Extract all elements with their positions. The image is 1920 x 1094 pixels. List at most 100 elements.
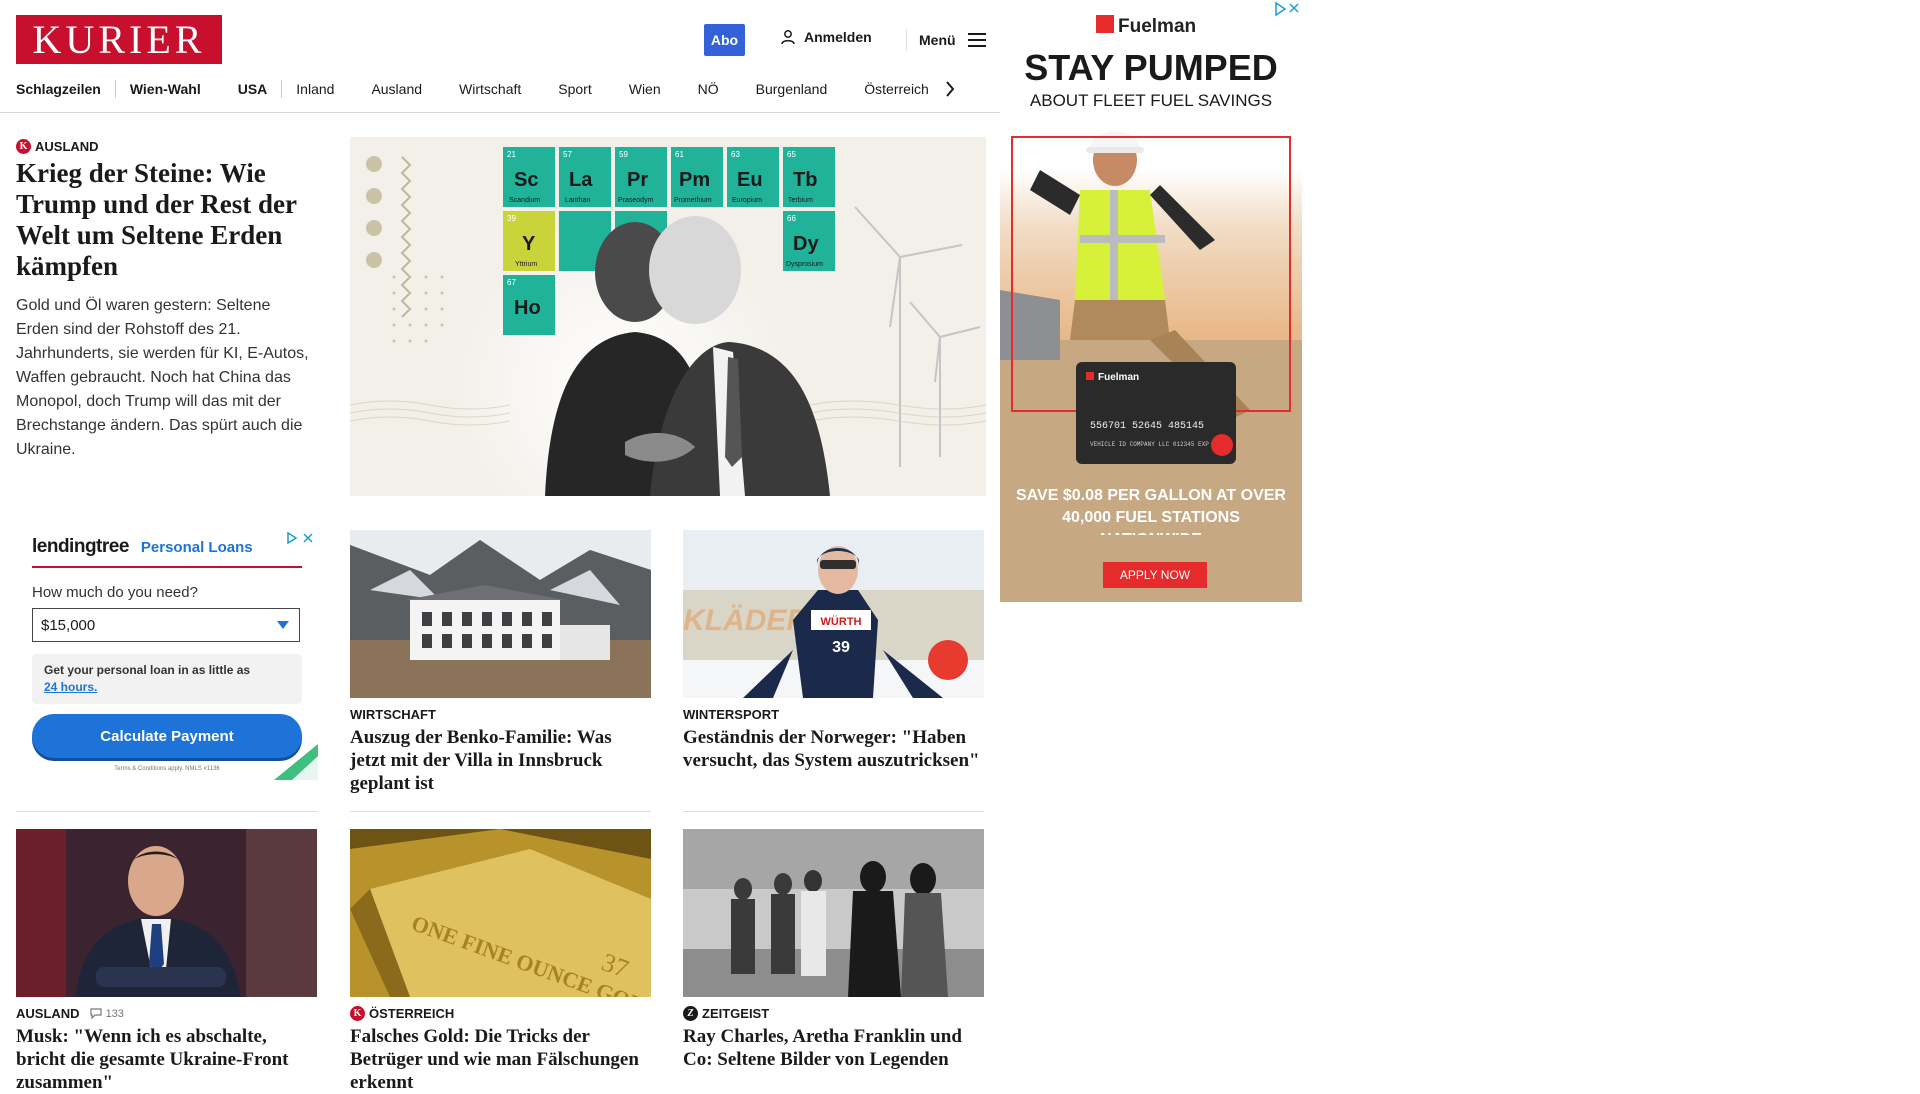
card-headline[interactable]: Falsches Gold: Die Tricks der Betrüger u… xyxy=(350,1025,651,1094)
nav-item-wien[interactable]: Wien xyxy=(629,81,661,97)
abo-button[interactable]: Abo xyxy=(704,24,745,56)
chevron-right-icon[interactable] xyxy=(945,81,955,97)
card-headline[interactable]: Auszug der Benko-Familie: Was jetzt mit … xyxy=(350,726,651,795)
kurier-logo[interactable]: KURIER xyxy=(16,15,222,64)
svg-text:Pm: Pm xyxy=(679,169,710,191)
nav-item-wien-wahl[interactable]: Wien-Wahl xyxy=(130,81,201,97)
element-pm: 61 Pm Promethium xyxy=(671,147,723,207)
fuelman-brand: Fuelman xyxy=(1118,16,1196,37)
card-kicker[interactable]: AUSLAND 133 xyxy=(16,1006,124,1021)
lendingtree-ad[interactable]: lendingtree Personal Loans How much do y… xyxy=(16,522,318,780)
lt-info-link[interactable]: 24 hours. xyxy=(44,680,97,694)
element-la: 57 La Lanthan xyxy=(559,147,611,207)
lead-headline[interactable]: Krieg der Steine: Wie Trump und der Rest… xyxy=(16,158,316,282)
svg-text:Tb: Tb xyxy=(793,169,817,191)
menu-label: Menü xyxy=(919,32,956,48)
lt-question: How much do you need? xyxy=(32,584,198,601)
close-icon[interactable] xyxy=(302,532,314,544)
login-button[interactable]: Anmelden xyxy=(780,29,872,45)
menu-button[interactable]: Menü xyxy=(906,29,986,51)
chevron-down-icon xyxy=(277,621,289,629)
nav-item-oesterreich[interactable]: Österreich xyxy=(864,81,929,97)
svg-text:61: 61 xyxy=(675,150,684,159)
nav-item-usa[interactable]: USA xyxy=(238,81,268,97)
apply-now-label: APPLY NOW xyxy=(1120,568,1191,582)
lead-kicker-label: AUSLAND xyxy=(35,139,99,154)
lt-divider xyxy=(32,566,302,568)
nav-item-inland[interactable]: Inland xyxy=(296,81,334,97)
comment-count[interactable]: 133 xyxy=(89,1008,124,1020)
fuel-card: Fuelman 556701 52645 485145 VEHICLE ID C… xyxy=(1076,362,1236,464)
nav-divider-line xyxy=(0,112,1000,113)
card-kicker-label: WIRTSCHAFT xyxy=(350,707,436,722)
musk-image[interactable] xyxy=(16,829,317,997)
svg-text:Praseodym: Praseodym xyxy=(618,197,654,204)
nav-divider xyxy=(114,80,116,98)
villa-image[interactable] xyxy=(350,530,651,698)
fuelman-logo-mark xyxy=(1096,15,1114,33)
legends-photo[interactable] xyxy=(683,829,984,997)
loan-amount-value: $15,000 xyxy=(41,616,96,634)
lendingtree-logo: lendingtree xyxy=(32,536,129,557)
lead-teaser: Gold und Öl waren gestern: Seltene Erden… xyxy=(16,297,309,458)
svg-text:65: 65 xyxy=(787,150,796,159)
element-ho: 67 Ho xyxy=(503,275,555,335)
fuelman-offer: SAVE $0.08 PER GALLON AT OVER 40,000 FUE… xyxy=(1016,487,1286,535)
svg-text:39: 39 xyxy=(507,214,516,223)
card-headline[interactable]: Ray Charles, Aretha Franklin und Co: Sel… xyxy=(683,1025,984,1071)
lt-product-label: Personal Loans xyxy=(140,539,253,556)
svg-text:Promethium: Promethium xyxy=(674,197,712,204)
nav-item-ausland[interactable]: Ausland xyxy=(371,81,422,97)
kurier-plus-icon: K xyxy=(16,139,31,154)
adchoices-icon[interactable] xyxy=(286,532,298,544)
svg-text:Fuelman: Fuelman xyxy=(1098,372,1139,383)
loan-amount-select[interactable]: $15,000 xyxy=(32,608,300,642)
svg-text:66: 66 xyxy=(787,214,796,223)
element-pr: 59 Pr Praseodym xyxy=(615,147,667,207)
hamburger-icon xyxy=(967,33,986,47)
lt-info-text: Get your personal loan in as little as xyxy=(44,663,251,677)
calculate-payment-button[interactable]: Calculate Payment xyxy=(32,714,302,758)
ski-jumper-image[interactable]: KLÄDER WÜRTH 39 xyxy=(683,530,984,698)
card-kicker-label: AUSLAND xyxy=(16,1006,80,1021)
lead-kicker[interactable]: K AUSLAND xyxy=(16,139,99,154)
card-kicker-label: WINTERSPORT xyxy=(683,707,780,722)
kurier-plus-icon: K xyxy=(350,1006,365,1021)
zeitgeist-icon: z xyxy=(683,1006,698,1021)
card-kicker[interactable]: WINTERSPORT xyxy=(683,707,779,722)
card-headline[interactable]: Musk: "Wenn ich es abschalte, bricht die… xyxy=(16,1025,317,1094)
element-tb: 65 Tb Terbium xyxy=(783,147,835,207)
nav-item-burgenland[interactable]: Burgenland xyxy=(756,81,828,97)
card-kicker[interactable]: K ÖSTERREICH xyxy=(350,1006,454,1021)
divider xyxy=(683,811,984,812)
svg-text:67: 67 xyxy=(507,278,516,287)
nav-item-schlagzeilen[interactable]: Schlagzeilen xyxy=(16,81,101,97)
svg-text:La: La xyxy=(569,169,593,191)
svg-text:Yttrium: Yttrium xyxy=(515,261,537,268)
gold-bars-image[interactable]: ONE FINE OUNCE GOLD 999 37 xyxy=(350,829,651,997)
divider xyxy=(350,811,651,812)
card-headline[interactable]: Geständnis der Norweger: "Haben versucht… xyxy=(683,726,984,772)
svg-text:Dysprosium: Dysprosium xyxy=(786,261,823,268)
card-kicker-label: ZEITGEIST xyxy=(702,1006,770,1021)
svg-text:KLÄDER: KLÄDER xyxy=(683,604,808,637)
card-kicker[interactable]: WIRTSCHAFT xyxy=(350,707,436,722)
lead-image[interactable]: 21 Sc Scandium 57 La Lanthan 59 Pr Prase… xyxy=(350,137,986,496)
svg-text:Ho: Ho xyxy=(514,297,541,319)
svg-text:Europium: Europium xyxy=(732,197,762,204)
svg-text:57: 57 xyxy=(563,150,572,159)
svg-text:Terbium: Terbium xyxy=(788,197,813,204)
fuelman-headline: STAY PUMPED xyxy=(1024,47,1277,88)
svg-text:Scandium: Scandium xyxy=(509,197,540,204)
nav-item-sport[interactable]: Sport xyxy=(558,81,591,97)
fuelman-ad[interactable]: Fuelman STAY PUMPED ABOUT FLEET FUEL SAV… xyxy=(1000,0,1302,602)
lt-info-box: Get your personal loan in as little as 2… xyxy=(32,654,302,704)
svg-text:Pr: Pr xyxy=(627,169,648,191)
lt-terms[interactable]: Terms & Conditions apply. NMLS #1136 xyxy=(16,766,318,772)
card-kicker[interactable]: z ZEITGEIST xyxy=(683,1006,769,1021)
svg-text:Dy: Dy xyxy=(793,233,819,255)
nav-item-noe[interactable]: NÖ xyxy=(698,81,719,97)
main-nav: Schlagzeilen Wien-Wahl USA Inland Auslan… xyxy=(16,78,955,100)
lt-corner-decoration xyxy=(274,744,318,780)
nav-item-wirtschaft[interactable]: Wirtschaft xyxy=(459,81,521,97)
